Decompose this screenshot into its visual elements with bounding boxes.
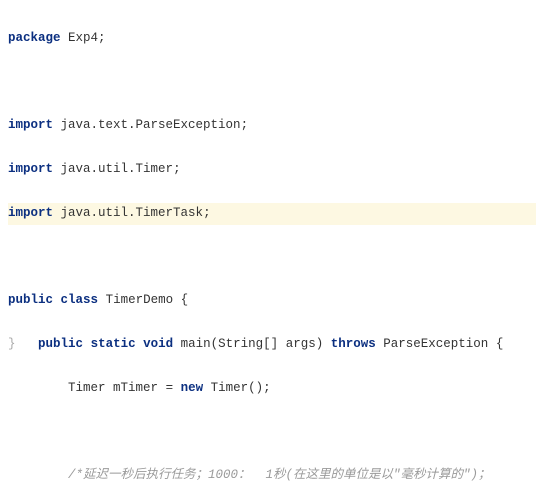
- line-main-decl: } public static void main(String[] args)…: [8, 334, 536, 356]
- class-name: TimerDemo: [106, 293, 174, 307]
- keyword-import: import: [8, 118, 53, 132]
- keyword-import: import: [8, 162, 53, 176]
- keyword-public: public: [8, 293, 53, 307]
- semi: ;: [263, 381, 271, 395]
- keyword-new: new: [181, 381, 204, 395]
- semi: ;: [173, 162, 181, 176]
- line-import-2: import java.util.Timer;: [8, 159, 536, 181]
- rparen: ): [316, 337, 324, 351]
- keyword-package: package: [8, 31, 61, 45]
- keyword-public: public: [38, 337, 83, 351]
- type-name: Timer: [68, 381, 106, 395]
- exception-type: ParseException: [383, 337, 488, 351]
- line-package: package Exp4;: [8, 28, 536, 50]
- fold-gutter-icon: }: [8, 337, 16, 351]
- method-name: main: [181, 337, 211, 351]
- import-path: java.text.ParseException: [61, 118, 241, 132]
- blank-line: [8, 247, 536, 269]
- keyword-static: static: [91, 337, 136, 351]
- keyword-void: void: [143, 337, 173, 351]
- param-name: args: [286, 337, 316, 351]
- line-timer-var: Timer mTimer = new Timer();: [8, 378, 536, 400]
- blank-line: [8, 422, 536, 444]
- line-comment-1: /*延迟一秒后执行任务；1000： 1秒(在这里的单位是以"毫秒计算的")；: [8, 465, 536, 487]
- line-import-1: import java.text.ParseException;: [8, 115, 536, 137]
- line-class-decl: public class TimerDemo {: [8, 290, 536, 312]
- ctor-name: Timer: [211, 381, 249, 395]
- lparen: (: [248, 381, 256, 395]
- keyword-import: import: [8, 206, 53, 220]
- param-type: String[]: [218, 337, 278, 351]
- line-import-3: import java.util.TimerTask;: [8, 203, 536, 225]
- package-name: Exp4: [68, 31, 98, 45]
- block-comment: /*延迟一秒后执行任务；1000： 1秒(在这里的单位是以"毫秒计算的")；: [68, 468, 491, 482]
- lbrace: {: [496, 337, 504, 351]
- var-name: mTimer: [113, 381, 158, 395]
- semi: ;: [241, 118, 249, 132]
- lbrace: {: [181, 293, 189, 307]
- keyword-class: class: [61, 293, 99, 307]
- semi: ;: [203, 206, 211, 220]
- code-editor: package Exp4; import java.text.ParseExce…: [0, 0, 540, 500]
- semi: ;: [98, 31, 106, 45]
- eq: =: [158, 381, 181, 395]
- keyword-throws: throws: [331, 337, 376, 351]
- import-path: java.util.TimerTask: [61, 206, 204, 220]
- import-path: java.util.Timer: [61, 162, 174, 176]
- blank-line: [8, 72, 536, 94]
